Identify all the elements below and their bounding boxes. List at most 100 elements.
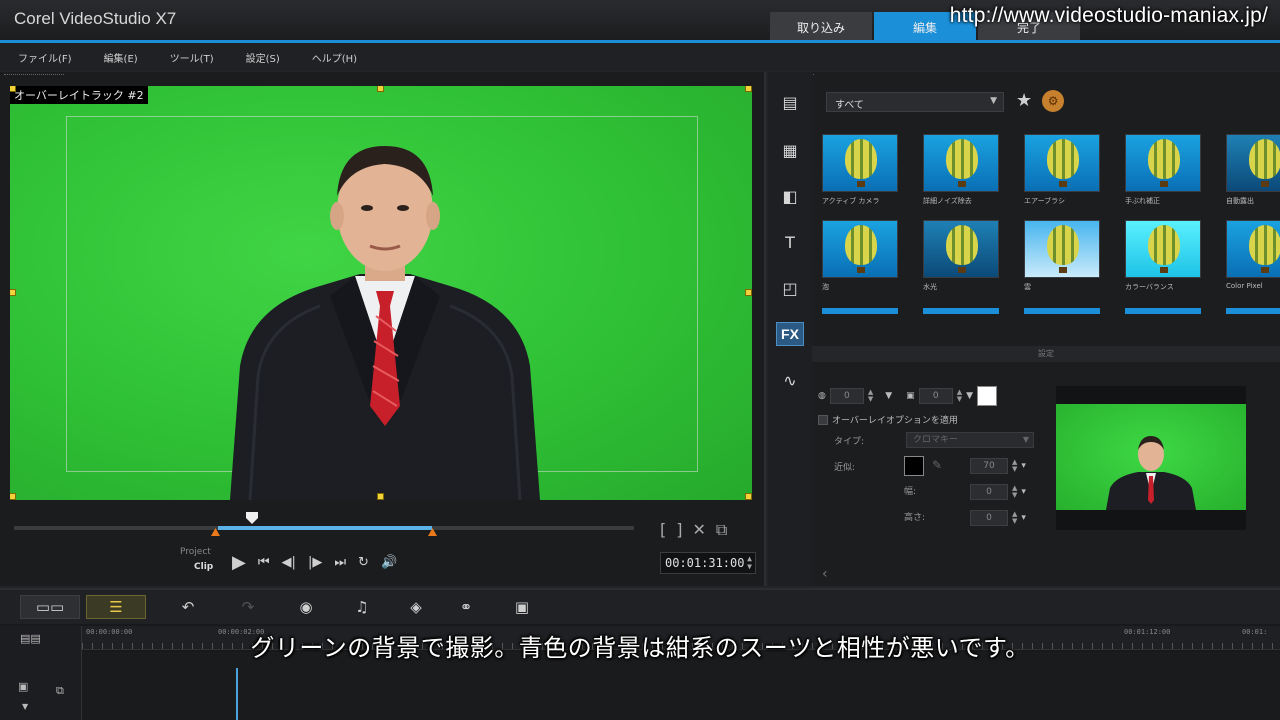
scrubber-handle[interactable]: [246, 512, 258, 524]
undo-button[interactable]: ↶: [176, 595, 200, 619]
collapse-options-icon[interactable]: ‹: [822, 566, 828, 582]
effect-thumbnail-partial[interactable]: [1125, 308, 1201, 314]
previous-frame-icon[interactable]: ◀|: [282, 555, 296, 570]
edge-width-spinner[interactable]: ▲ ▼: [957, 389, 962, 403]
track-visibility-icon[interactable]: ⧉: [56, 684, 64, 698]
motion-tracking-button[interactable]: ◈: [402, 595, 430, 619]
mode-project[interactable]: Project: [180, 545, 213, 560]
panel-grip[interactable]: [4, 74, 64, 78]
redo-button[interactable]: ↷: [236, 595, 260, 619]
effect-thumbnail-partial[interactable]: [1226, 308, 1280, 314]
key-color-swatch[interactable]: [904, 456, 924, 476]
go-to-end-icon[interactable]: ⏭: [334, 555, 346, 570]
width-field[interactable]: 0: [970, 484, 1008, 500]
effect-item[interactable]: Color Pixel: [1226, 220, 1280, 290]
effect-item[interactable]: 自動露出: [1226, 134, 1280, 206]
timecode-display[interactable]: 00:01:31:00 ▲ ▼: [660, 552, 756, 574]
graphic-icon[interactable]: ◰: [776, 276, 804, 300]
repeat-icon[interactable]: ↻: [358, 555, 369, 570]
effect-item[interactable]: 泡: [822, 220, 900, 292]
similarity-field[interactable]: 70: [970, 458, 1008, 474]
resize-handle-left[interactable]: [10, 289, 16, 296]
effect-thumbnail-partial[interactable]: [822, 308, 898, 314]
edge-dropdown-icon[interactable]: ▼: [966, 391, 973, 401]
next-frame-icon[interactable]: |▶: [308, 555, 322, 570]
similarity-slider-icon[interactable]: ▾: [1021, 461, 1026, 471]
height-slider-icon[interactable]: ▾: [1021, 513, 1026, 523]
menu-help[interactable]: ヘルプ(H): [312, 50, 357, 65]
height-spinner[interactable]: ▲ ▼: [1012, 511, 1017, 525]
multi-trim-button[interactable]: ▣: [508, 595, 536, 619]
edge-width-field[interactable]: 0: [918, 388, 953, 404]
border-color-swatch[interactable]: [977, 386, 997, 406]
split-clip-icon[interactable]: ✕: [693, 520, 706, 540]
media-icon[interactable]: ▤: [776, 90, 804, 114]
volume-icon[interactable]: 🔊: [381, 555, 397, 570]
mark-in-button[interactable]: [: [660, 520, 666, 540]
similarity-spinner[interactable]: ▲ ▼: [1012, 459, 1017, 473]
width-spinner[interactable]: ▲ ▼: [1012, 485, 1017, 499]
effect-thumbnail-partial[interactable]: [923, 308, 999, 314]
presenter-image: [230, 146, 540, 500]
effect-label: 水光: [923, 283, 937, 291]
video-track-icon[interactable]: ▣: [18, 680, 28, 693]
effect-item[interactable]: 水光: [923, 220, 1001, 292]
undo-icon: ↶: [181, 598, 195, 616]
type-dropdown[interactable]: クロマキー ▼: [906, 432, 1034, 448]
border-width-spinner[interactable]: ▲ ▼: [868, 389, 873, 403]
transition-icon[interactable]: ◧: [776, 184, 804, 208]
title-bar: Corel VideoStudio X7 取り込み 編集 完了 http://w…: [0, 0, 1280, 42]
menu-tools[interactable]: ツール(T): [170, 50, 214, 65]
storyboard-view-button[interactable]: ▭▭: [20, 595, 80, 619]
width-label: 幅:: [904, 487, 917, 497]
eyedropper-icon[interactable]: ✎: [932, 458, 942, 472]
options-divider[interactable]: 設定: [812, 346, 1280, 362]
record-capture-button[interactable]: ◉: [292, 595, 320, 619]
content-download-icon[interactable]: ⚙: [1042, 90, 1065, 112]
effect-item[interactable]: 手ぶれ補正: [1125, 134, 1203, 206]
path-icon[interactable]: ∿: [776, 368, 804, 392]
effect-item[interactable]: エアーブラシ: [1024, 134, 1102, 206]
resize-handle-tl[interactable]: [10, 86, 16, 92]
resize-handle-bottom[interactable]: [377, 493, 384, 500]
type-label: タイプ:: [834, 437, 865, 447]
menu-settings[interactable]: 設定(S): [246, 50, 280, 65]
resize-handle-tr[interactable]: [745, 86, 752, 92]
subtitle-editor-button[interactable]: ⚭: [452, 595, 480, 619]
favorite-star-icon[interactable]: ★: [1016, 90, 1032, 112]
title-icon[interactable]: T: [776, 230, 804, 254]
enlarge-preview-icon[interactable]: ⧉: [716, 520, 727, 540]
effect-item[interactable]: 雲: [1024, 220, 1102, 292]
effect-item[interactable]: 詳細ノイズ除去: [923, 134, 1001, 206]
height-field[interactable]: 0: [970, 510, 1008, 526]
timeline-view-button[interactable]: ☰: [86, 595, 146, 619]
menu-file[interactable]: ファイル(F): [18, 50, 72, 65]
align-icon[interactable]: ▼: [885, 391, 892, 401]
filter-category-dropdown[interactable]: すべて ▼: [826, 92, 1004, 112]
tab-capture[interactable]: 取り込み: [770, 12, 872, 42]
effect-thumbnail-partial[interactable]: [1024, 308, 1100, 314]
resize-handle-top[interactable]: [377, 86, 384, 92]
overlay-track-label: オーバーレイトラック #2: [10, 86, 148, 104]
resize-handle-right[interactable]: [745, 289, 752, 296]
overlay-option-checkbox[interactable]: [818, 414, 828, 425]
resize-handle-br[interactable]: [745, 493, 752, 500]
menu-edit[interactable]: 編集(E): [104, 50, 138, 65]
mark-out-button[interactable]: ]: [676, 520, 682, 540]
preview-window[interactable]: オーバーレイトラック #2: [10, 86, 752, 500]
width-slider-icon[interactable]: ▾: [1021, 487, 1026, 497]
mode-clip[interactable]: Clip: [180, 560, 213, 575]
timecode-spinner[interactable]: ▲ ▼: [747, 555, 752, 571]
play-mode-selector[interactable]: Project Clip: [180, 545, 213, 575]
timeline-playhead[interactable]: [236, 668, 238, 720]
fx-filter-icon[interactable]: FX: [776, 322, 804, 346]
resize-handle-bl[interactable]: [10, 493, 16, 500]
play-icon[interactable]: ▶: [232, 552, 246, 573]
instant-project-icon[interactable]: ▦: [776, 138, 804, 162]
sound-mixer-button[interactable]: ♫: [348, 595, 376, 619]
track-expand-icon[interactable]: ▼: [22, 702, 28, 711]
go-to-start-icon[interactable]: ⏮: [258, 555, 270, 570]
effect-item[interactable]: カラーバランス: [1125, 220, 1203, 292]
effect-item[interactable]: アクティブ カメラ: [822, 134, 900, 206]
border-width-field[interactable]: 0: [829, 388, 864, 404]
